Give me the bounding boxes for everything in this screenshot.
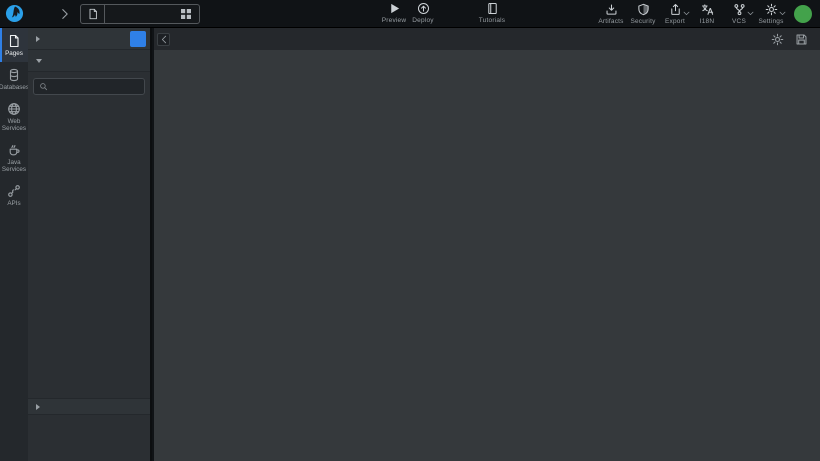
i18n-icon xyxy=(701,3,714,16)
top-bar: PreviewDeployTutorials ArtifactsSecurity… xyxy=(0,0,820,28)
artifacts-label: Artifacts xyxy=(598,18,623,25)
search-icon xyxy=(39,82,48,91)
artifacts-button[interactable]: Artifacts xyxy=(598,3,624,25)
structure-search xyxy=(33,78,145,95)
deploy-button[interactable]: Deploy xyxy=(403,2,443,24)
variables-caret-icon[interactable] xyxy=(36,404,40,410)
save-icon[interactable] xyxy=(795,33,808,46)
vcs-icon xyxy=(733,3,746,16)
chevron-left-icon xyxy=(161,35,167,44)
settings-icon xyxy=(765,3,778,16)
deploy-icon xyxy=(417,2,430,15)
databases-icon xyxy=(7,68,21,82)
pages-panel xyxy=(28,28,152,461)
sidebar-item-pages[interactable]: Pages xyxy=(0,28,28,62)
chevron-down-icon xyxy=(779,11,786,16)
settings-button[interactable]: Settings xyxy=(758,3,784,25)
sidebar-item-web-services[interactable]: Web Services xyxy=(0,96,28,137)
open-page-tab[interactable] xyxy=(80,4,200,24)
editor-area xyxy=(154,28,820,461)
security-icon xyxy=(637,3,650,16)
settings-label: Settings xyxy=(758,18,783,25)
export-button[interactable]: Export xyxy=(662,3,688,25)
apis-label: APIs xyxy=(7,200,20,207)
panel-bottom-filler xyxy=(28,415,150,461)
add-page-button[interactable] xyxy=(130,31,146,47)
vcs-button[interactable]: VCS xyxy=(726,3,752,25)
pages-icon xyxy=(7,34,21,48)
panel-filler xyxy=(28,101,150,398)
grid-view-icon[interactable] xyxy=(180,8,192,20)
markup-settings-gear-icon[interactable] xyxy=(771,33,784,46)
i18n-label: I18N xyxy=(700,18,715,25)
tutorials-icon xyxy=(486,2,499,15)
page-structure-header[interactable] xyxy=(28,50,150,72)
wavemaker-logo-icon[interactable] xyxy=(0,0,28,28)
tutorials-button[interactable]: Tutorials xyxy=(472,2,512,24)
export-icon xyxy=(669,3,682,16)
collapse-caret-icon[interactable] xyxy=(36,36,40,42)
web-services-label: Web Services xyxy=(1,118,27,132)
export-label: Export xyxy=(665,18,685,25)
preview-icon xyxy=(388,2,401,15)
tutorials-label: Tutorials xyxy=(479,17,505,24)
pages-panel-header[interactable] xyxy=(28,28,150,50)
i18n-button[interactable]: I18N xyxy=(694,3,720,25)
search-input[interactable] xyxy=(52,81,139,93)
wavemaker-studio: PreviewDeployTutorials ArtifactsSecurity… xyxy=(0,0,820,461)
deploy-label: Deploy xyxy=(412,17,433,24)
markup-code-editor[interactable] xyxy=(154,50,820,461)
chevron-right-icon xyxy=(61,8,69,20)
avatar[interactable] xyxy=(794,5,812,23)
chevron-down-icon xyxy=(747,11,754,16)
security-button[interactable]: Security xyxy=(630,3,656,25)
utility-actions: Artifacts Security Export I18N VCS Settings xyxy=(595,0,820,28)
java-services-label: Java Services xyxy=(1,159,27,173)
artifacts-icon xyxy=(605,3,618,16)
chevron-down-icon xyxy=(683,11,690,16)
collapse-panel-button[interactable] xyxy=(157,33,170,46)
variables-header[interactable] xyxy=(28,398,150,415)
sidebar-item-apis[interactable]: APIs xyxy=(0,178,28,212)
pages-label: Pages xyxy=(5,50,23,57)
sidebar-item-java-services[interactable]: Java Services xyxy=(0,137,28,178)
vcs-label: VCS xyxy=(732,18,746,25)
page-file-icon[interactable] xyxy=(81,5,105,23)
editor-strip-actions xyxy=(771,33,808,46)
databases-label: Databases xyxy=(0,84,29,91)
left-rail: Pages Databases Web Services Java Services A… xyxy=(0,28,28,461)
java-services-icon xyxy=(7,143,21,157)
security-label: Security xyxy=(630,18,655,25)
web-services-icon xyxy=(7,102,21,116)
apis-icon xyxy=(7,184,21,198)
sidebar-item-databases[interactable]: Databases xyxy=(0,62,28,96)
editor-tab-strip xyxy=(154,28,820,50)
expand-caret-icon[interactable] xyxy=(36,59,42,63)
